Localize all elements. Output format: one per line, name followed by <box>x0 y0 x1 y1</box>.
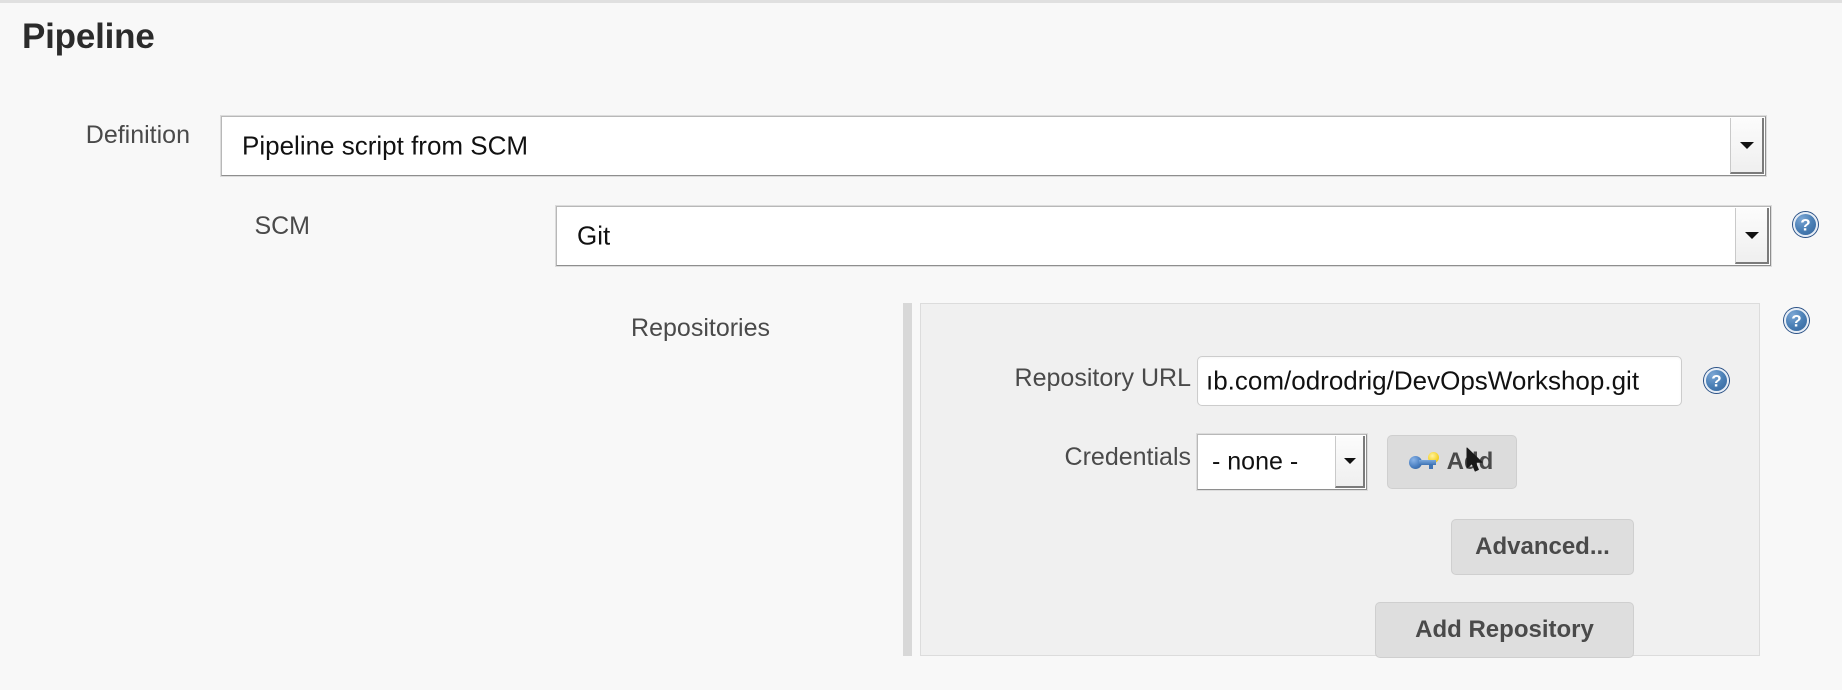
add-credentials-button-label: Add <box>1446 448 1494 475</box>
definition-select-button[interactable] <box>1730 118 1764 174</box>
pipeline-config-page: Pipeline Definition Pipeline script from… <box>0 3 1842 690</box>
credentials-select-value: - none - <box>1212 447 1299 476</box>
repository-url-label: Repository URL <box>1014 364 1191 392</box>
definition-select-value: Pipeline script from SCM <box>242 130 529 161</box>
repository-url-help-icon[interactable] <box>1704 368 1729 393</box>
page-title: Pipeline <box>22 17 155 56</box>
repository-url-value: ıb.com/odrodrig/DevOpsWorkshop.git <box>1206 365 1640 396</box>
add-repository-button-label: Add Repository <box>1415 616 1594 643</box>
scm-label: SCM <box>254 212 310 240</box>
credentials-select[interactable]: - none - <box>1197 434 1367 490</box>
add-credentials-button[interactable]: Add <box>1387 435 1517 489</box>
key-icon <box>1408 452 1439 472</box>
repositories-label: Repositories <box>631 314 770 342</box>
repositories-accent-bar <box>903 303 912 656</box>
scm-select[interactable]: Git <box>556 206 1771 266</box>
repository-panel: Repository URL ıb.com/odrodrig/DevOpsWor… <box>920 303 1760 658</box>
definition-label: Definition <box>85 121 190 149</box>
chevron-down-icon <box>1739 142 1754 149</box>
chevron-down-icon <box>1343 458 1356 464</box>
scm-select-button[interactable] <box>1735 208 1769 264</box>
advanced-button-label: Advanced... <box>1475 533 1610 560</box>
add-repository-button[interactable]: Add Repository <box>1375 602 1634 658</box>
repository-url-input[interactable]: ıb.com/odrodrig/DevOpsWorkshop.git <box>1197 356 1682 406</box>
advanced-button[interactable]: Advanced... <box>1451 519 1634 575</box>
definition-select[interactable]: Pipeline script from SCM <box>221 116 1766 176</box>
scm-help-icon[interactable] <box>1793 212 1818 237</box>
credentials-select-button[interactable] <box>1335 436 1365 488</box>
scm-select-value: Git <box>577 220 611 251</box>
repositories-help-icon[interactable] <box>1784 308 1809 333</box>
credentials-label: Credentials <box>1064 443 1191 471</box>
chevron-down-icon <box>1744 232 1759 239</box>
